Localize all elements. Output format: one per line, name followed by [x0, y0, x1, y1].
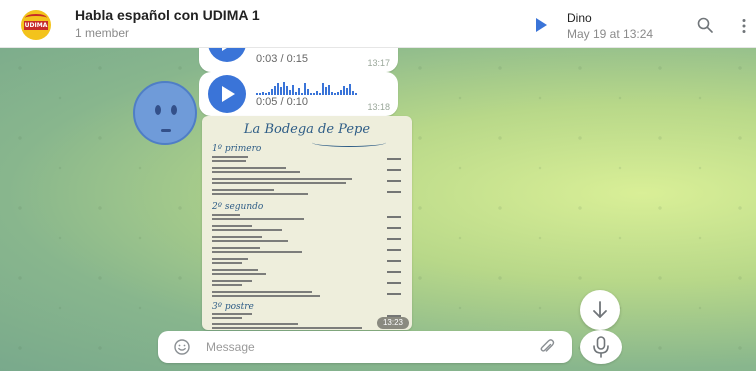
- menu-price: [387, 216, 401, 218]
- message-input[interactable]: [206, 339, 516, 355]
- waveform[interactable]: [256, 81, 357, 95]
- paperclip-icon[interactable]: [539, 338, 555, 356]
- menu-line: [212, 280, 252, 282]
- menu-price: [387, 271, 401, 273]
- menu-section-title: 2º segundo: [212, 202, 264, 212]
- menu-section-title: 1º primero: [212, 144, 262, 154]
- menu-line: [212, 171, 300, 173]
- menu-price: [387, 158, 401, 160]
- record-voice-button[interactable]: [580, 330, 622, 364]
- menu-title: La Bodega de Pepe: [243, 122, 371, 137]
- avatar-eye: [155, 105, 161, 115]
- menu-price: [387, 191, 401, 193]
- menu-price: [387, 169, 401, 171]
- menu-line: [212, 284, 242, 286]
- voice-duration: 0:05 / 0:10: [256, 96, 308, 108]
- title-swoosh: [312, 138, 386, 147]
- avatar-mouth: [161, 129, 171, 132]
- menu-line: [212, 182, 346, 184]
- search-icon[interactable]: [697, 17, 713, 33]
- group-avatar[interactable]: UDIMA: [21, 10, 51, 40]
- voice-message[interactable]: 0:03 / 0:15 13:17: [199, 48, 398, 72]
- menu-line: [212, 156, 248, 158]
- menu-line: [212, 258, 248, 260]
- voice-duration: 0:03 / 0:15: [256, 53, 308, 65]
- avatar-logo: UDIMA: [24, 21, 48, 30]
- message-composer: [158, 331, 572, 363]
- menu-price: [387, 227, 401, 229]
- message-time: 13:23: [377, 317, 409, 329]
- menu-line: [212, 269, 258, 271]
- pinned-sender[interactable]: Dino: [567, 11, 592, 25]
- menu-line: [212, 167, 286, 169]
- smile-icon[interactable]: [174, 339, 190, 355]
- microphone-icon: [593, 336, 609, 358]
- menu-image[interactable]: La Bodega de Pepe 1º primero 2º segundo: [202, 116, 412, 330]
- menu-price: [387, 293, 401, 295]
- menu-line: [212, 323, 298, 325]
- menu-line: [212, 229, 282, 231]
- chat-title[interactable]: Habla español con UDIMA 1: [75, 7, 260, 23]
- scroll-down-button[interactable]: [580, 290, 620, 330]
- menu-line: [212, 291, 312, 293]
- menu-line: [212, 251, 302, 253]
- play-button[interactable]: [208, 75, 246, 113]
- menu-price: [387, 238, 401, 240]
- menu-price: [387, 260, 401, 262]
- menu-line: [212, 178, 352, 180]
- menu-price: [387, 282, 401, 284]
- menu-line: [212, 317, 242, 319]
- menu-line: [212, 247, 260, 249]
- menu-line: [212, 193, 308, 195]
- menu-line: [212, 240, 288, 242]
- menu-line: [212, 160, 246, 162]
- pinned-date: May 19 at 13:24: [567, 27, 654, 41]
- member-count: 1 member: [75, 26, 130, 40]
- play-icon[interactable]: [536, 18, 547, 32]
- menu-section-title: 3º postre: [212, 302, 254, 312]
- menu-line: [212, 313, 252, 315]
- chat-header: UDIMA Habla español con UDIMA 1 1 member…: [0, 0, 756, 48]
- menu-price: [387, 180, 401, 182]
- menu-line: [212, 189, 274, 191]
- arrow-down-icon: [593, 301, 607, 318]
- menu-line: [212, 273, 266, 275]
- play-button[interactable]: [208, 48, 246, 62]
- message-time: 13:18: [367, 102, 390, 112]
- more-vertical-icon[interactable]: [741, 18, 747, 34]
- menu-price: [387, 249, 401, 251]
- menu-line: [212, 327, 362, 329]
- voice-message[interactable]: 0:05 / 0:10 13:18: [199, 72, 398, 116]
- chat-area[interactable]: 0:03 / 0:15 13:17 0:05 / 0:10 13:18 La B…: [0, 48, 756, 371]
- menu-line: [212, 236, 262, 238]
- menu-line: [212, 262, 242, 264]
- message-time: 13:17: [367, 58, 390, 68]
- menu-line: [212, 295, 320, 297]
- sender-avatar[interactable]: [133, 81, 197, 145]
- avatar-eye: [171, 105, 177, 115]
- menu-line: [212, 225, 252, 227]
- menu-line: [212, 218, 304, 220]
- menu-line: [212, 214, 240, 216]
